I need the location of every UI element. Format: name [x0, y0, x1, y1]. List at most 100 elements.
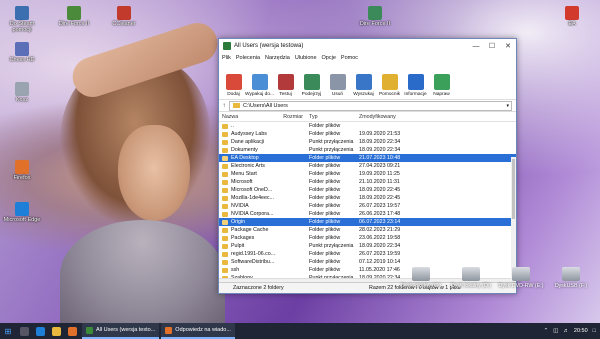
- address-field[interactable]: C:\Users\All Users ▾: [229, 100, 512, 111]
- desktop-icon[interactable]: Dire Force II: [355, 6, 395, 27]
- desktop-icon[interactable]: EA: [552, 6, 592, 27]
- desktop-app-icon: [117, 6, 131, 20]
- desktop-icon[interactable]: Do Steam pomocji: [2, 6, 42, 33]
- menu-polecenia[interactable]: Polecenia: [236, 55, 260, 61]
- up-arrow-icon[interactable]: ↑: [219, 103, 229, 109]
- desktop-app-icon: [15, 160, 29, 174]
- desktop-app-icon: [368, 6, 382, 20]
- file-row[interactable]: Packages Folder plików 23.06.2022 19:58: [219, 234, 516, 242]
- system-tray: ⌃ ◫ ♬ 20:50 □: [539, 328, 600, 334]
- clock[interactable]: 20:50: [574, 328, 588, 334]
- file-name: EA Desktop: [231, 155, 259, 161]
- toolbar-button-test[interactable]: Testuj: [273, 74, 298, 99]
- drive-label: DyskUSB (F:): [554, 283, 588, 289]
- maximize-button[interactable]: ☐: [484, 42, 500, 50]
- file-row[interactable]: Pulpit Punkt przyłączenia 18.09.2020 22:34: [219, 242, 516, 250]
- file-name: SoftwareDistribu...: [231, 259, 275, 265]
- file-row[interactable]: Audyssey Labs Folder plików 19.09.2020 21:…: [219, 130, 516, 138]
- file-row[interactable]: Microsoft OneD... Folder plików 18.09.2020…: [219, 186, 516, 194]
- info-icon: [407, 74, 424, 90]
- desktop-icon[interactable]: Firefox: [2, 160, 42, 181]
- file-row[interactable]: SoftwareDistribu... Folder plików 07.12.20…: [219, 258, 516, 266]
- toolbar-button-extract-folder[interactable]: Wypakuj do...: [245, 74, 274, 99]
- volume-icon[interactable]: ♬: [563, 328, 569, 334]
- file-row[interactable]: Package Cache Folder plików 28.02.2023 21:…: [219, 226, 516, 234]
- file-row[interactable]: NVIDIA Corpora... Folder plików 26.06.2023…: [219, 210, 516, 218]
- menu-pomoc[interactable]: Pomoc: [341, 55, 358, 61]
- file-row[interactable]: EA Desktop Folder plików 21.07.2023 10:48: [219, 154, 516, 162]
- vertical-scrollbar[interactable]: [511, 157, 516, 281]
- toolbar-button-label: Informacje: [404, 92, 427, 97]
- toolbar-button-repair[interactable]: Napraw: [429, 74, 454, 99]
- chevron-up-icon[interactable]: ⌃: [544, 328, 549, 334]
- file-row[interactable]: regid.1991-06.co... Folder plików 26.07.20…: [219, 250, 516, 258]
- drive-icon-item[interactable]: Dysk lokalny (C:): [398, 267, 444, 289]
- file-row[interactable]: Microsoft Folder plików 21.10.2020 11:31: [219, 178, 516, 186]
- file-row[interactable]: Dane aplikacji Punkt przyłączenia 18.09.20…: [219, 138, 516, 146]
- windows-start-icon[interactable]: ⊞: [0, 327, 16, 336]
- folder-icon: [222, 259, 228, 265]
- file-row[interactable]: Electronic Arts Folder plików 27.04.2023 0…: [219, 162, 516, 170]
- file-row[interactable]: Menu Start Folder plików 19.09.2020 11:25: [219, 170, 516, 178]
- address-path: C:\Users\All Users: [243, 102, 288, 109]
- edge-taskbar-icon[interactable]: [32, 323, 48, 339]
- desktop-icon[interactable]: Microsoft Edge: [2, 202, 42, 223]
- winrar-window: All Users (wersja testowa) — ☐ ✕ Plik Po…: [218, 38, 517, 294]
- toolbar-button-label: Wyszukaj: [353, 92, 374, 97]
- window-title: All Users (wersja testowa): [234, 43, 304, 49]
- firefox-taskbar-icon[interactable]: [64, 323, 80, 339]
- file-name: Electronic Arts: [231, 163, 265, 169]
- file-modified: 18.09.2020 22:34: [359, 147, 401, 153]
- file-modified: 26.06.2023 17:48: [359, 211, 401, 217]
- file-name: Audyssey Labs: [231, 131, 267, 137]
- file-row[interactable]: Dokumenty Punkt przyłączenia 18.09.2020 22…: [219, 146, 516, 154]
- network-icon[interactable]: ◫: [553, 328, 558, 334]
- toolbar: Dodaj Wypakuj do... Testuj Podejrzyj Usuń Wys…: [219, 63, 516, 100]
- file-row[interactable]: Origin Folder plików 06.07.2023 23:14: [219, 218, 516, 226]
- desktop-icon[interactable]: Dire Force II: [54, 6, 94, 27]
- drive-icon-item[interactable]: Dysk DVD-RW (E:): [498, 267, 544, 289]
- toolbar-button-add-archive[interactable]: Dodaj: [221, 74, 246, 99]
- column-size[interactable]: Rozmiar: [283, 114, 307, 120]
- menu-plik[interactable]: Plik: [222, 55, 231, 61]
- column-modified[interactable]: Zmodyfikowany: [359, 114, 419, 120]
- desktop-app-icon: [15, 42, 29, 56]
- task-view-icon[interactable]: [16, 323, 32, 339]
- wizard-icon: [381, 74, 398, 90]
- drive-icon-item[interactable]: DyskUSB (F:): [548, 267, 594, 289]
- extract-folder-icon: [251, 74, 268, 90]
- file-modified: 18.09.2020 22:45: [359, 187, 401, 193]
- title-bar[interactable]: All Users (wersja testowa) — ☐ ✕: [219, 39, 516, 53]
- explorer-taskbar-icon[interactable]: [48, 323, 64, 339]
- menu-ulubione[interactable]: Ulubione: [295, 55, 317, 61]
- close-button[interactable]: ✕: [500, 42, 516, 50]
- drive-icon-item[interactable]: Dysk lokalny (D:): [448, 267, 494, 289]
- toolbar-button-info[interactable]: Informacje: [403, 74, 428, 99]
- toolbar-button-label: Napraw: [433, 92, 450, 97]
- toolbar-button-wizard[interactable]: Pomocnik: [377, 74, 402, 99]
- notification-icon[interactable]: □: [593, 328, 596, 334]
- file-type: Folder plików: [309, 163, 341, 169]
- file-type: Folder plików: [309, 155, 341, 161]
- chevron-down-icon[interactable]: ▾: [506, 103, 511, 109]
- column-type[interactable]: Typ: [307, 114, 359, 120]
- drive-icon: [512, 267, 530, 281]
- minimize-button[interactable]: —: [468, 43, 484, 50]
- column-name[interactable]: Nazwa: [219, 114, 283, 120]
- task-winrar[interactable]: All Users (wersja testo...: [82, 323, 160, 339]
- file-row[interactable]: .. Folder plików: [219, 122, 516, 130]
- desktop-icon[interactable]: Kosz: [2, 82, 42, 103]
- toolbar-button-search[interactable]: Wyszukaj: [351, 74, 376, 99]
- desktop-icon[interactable]: Chess HD: [2, 42, 42, 63]
- menu-opcje[interactable]: Opcje: [322, 55, 336, 61]
- desktop-icon-label: Dire Force II: [359, 21, 391, 27]
- file-row[interactable]: NVIDIA Folder plików 26.07.2023 19:57: [219, 202, 516, 210]
- desktop-icon[interactable]: CCleaner: [104, 6, 144, 27]
- task-firefox[interactable]: Odpowiedz na wiado...: [161, 323, 235, 339]
- file-row[interactable]: Mozilla-1de4eec... Folder plików 18.09.202…: [219, 194, 516, 202]
- address-bar: ↑ C:\Users\All Users ▾: [219, 100, 516, 112]
- toolbar-button-view[interactable]: Podejrzyj: [299, 74, 324, 99]
- menu-narzedzia[interactable]: Narzędzia: [265, 55, 290, 61]
- toolbar-button-label: Testuj: [279, 92, 292, 97]
- toolbar-button-trash[interactable]: Usuń: [325, 74, 350, 99]
